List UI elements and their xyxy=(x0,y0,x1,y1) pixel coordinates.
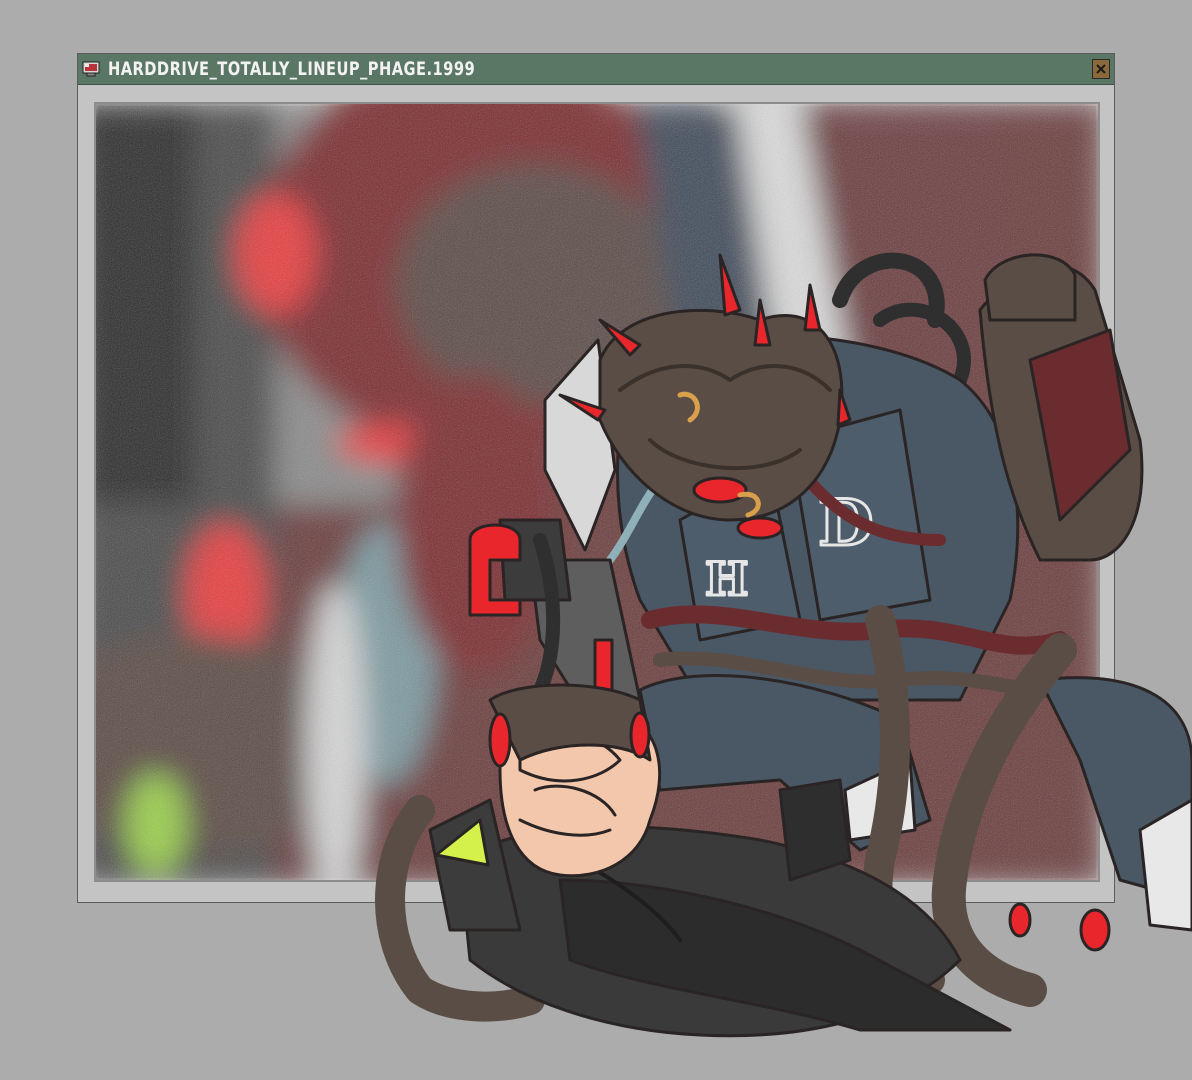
app-window: HARDDRIVE_TOTALLY_LINEUP_PHAGE.1999 xyxy=(77,53,1115,903)
app-computer-icon xyxy=(82,61,100,77)
close-x-icon xyxy=(1096,64,1106,74)
blurred-background-image xyxy=(96,104,1098,880)
image-viewport xyxy=(94,102,1100,882)
window-title: HARDDRIVE_TOTALLY_LINEUP_PHAGE.1999 xyxy=(108,58,476,80)
close-button[interactable] xyxy=(1092,59,1110,79)
window-titlebar[interactable]: HARDDRIVE_TOTALLY_LINEUP_PHAGE.1999 xyxy=(78,54,1114,85)
